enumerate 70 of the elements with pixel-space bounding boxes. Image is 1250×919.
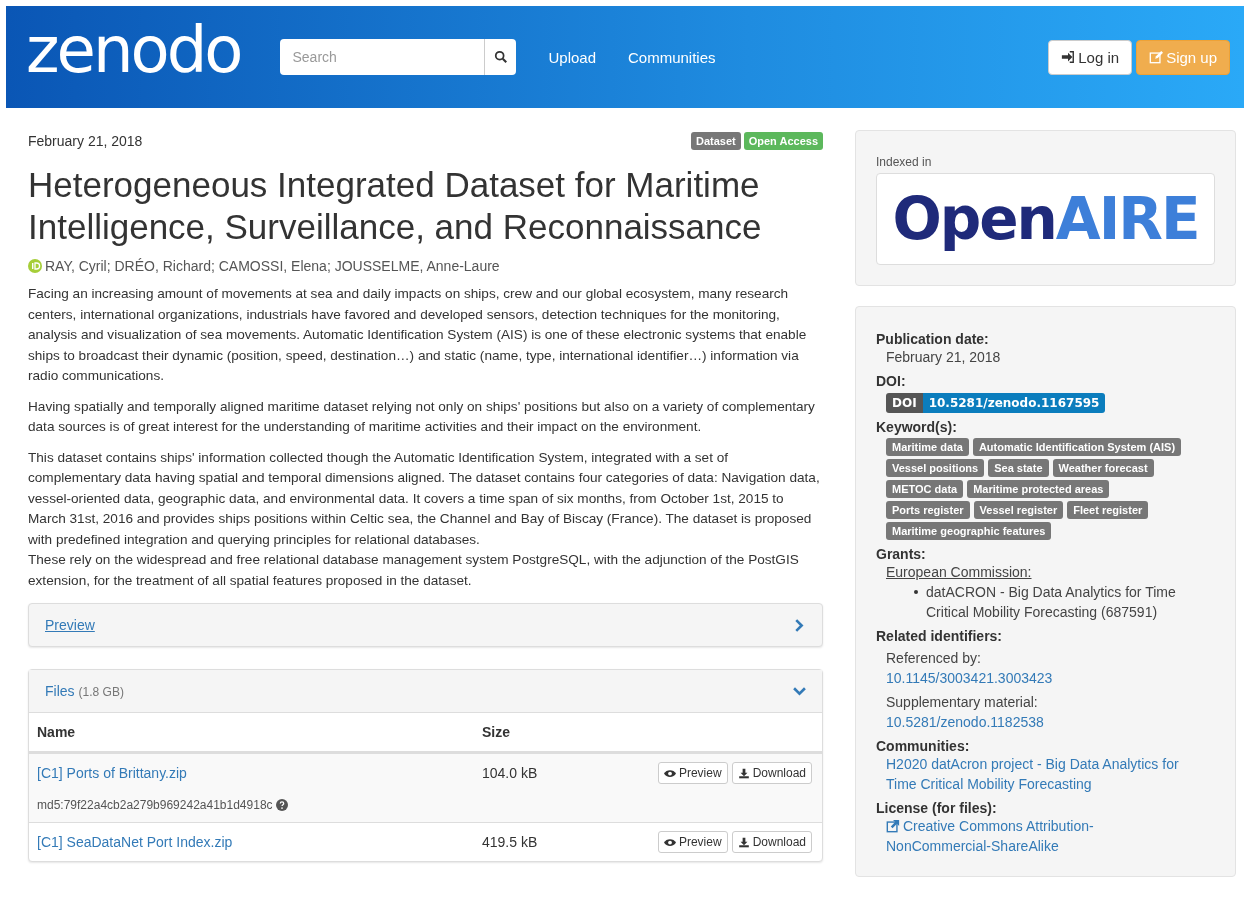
- column-header: Size: [482, 724, 511, 740]
- download-icon: [737, 836, 750, 848]
- record-badge: Open Access: [743, 132, 823, 150]
- keyword-tag: Ports register: [886, 501, 970, 519]
- author-list: RAY, Cyril; DRÉO, Richard; CAMOSSI, Elena; JOUSSELME, Anne-Laure: [45, 258, 500, 274]
- file-link[interactable]: [C1] SeaDataNet Port Index.zip: [37, 834, 482, 850]
- identifier-link[interactable]: 10.1145/3003421.3003423: [876, 668, 1215, 688]
- identifier-link[interactable]: 10.5281/zenodo.1182538: [876, 712, 1215, 732]
- field-label: Communities:: [876, 738, 971, 754]
- indexed-label: Indexed in: [876, 155, 933, 169]
- record-badge: Dataset: [690, 132, 741, 150]
- field-label: DOI:: [876, 373, 907, 389]
- eye-icon: [663, 836, 676, 848]
- keyword-tag: Maritime geographic features: [886, 522, 1052, 540]
- file-link[interactable]: [C1] Ports of Brittany.zip: [37, 765, 482, 781]
- download-button[interactable]: Download: [731, 831, 812, 853]
- help-icon: [275, 799, 288, 811]
- edit-icon: [1149, 50, 1164, 64]
- keyword-tag: Fleet register: [1067, 501, 1149, 519]
- preview-button[interactable]: Preview: [657, 762, 728, 784]
- relation-label: Supplementary material:: [885, 693, 1039, 712]
- nav-link[interactable]: Communities: [628, 48, 716, 66]
- orcid-icon: [28, 259, 42, 273]
- field-label: Related identifiers:: [876, 628, 1004, 644]
- description-paragraph: Facing an increasing amount of movements at sea and daily impacts on ships, crew and our global ecosystem, many research centers, international organizations, industrials have favored and developed sensors, detection techniques for the monitoring, analysis and visualization of sea movements. Automatic Identification System (AIS) is one of these electronic systems that enable ships to broadcast their dynamic (position, speed, destination…) and static (name, type, international identifier…) information via radio communications.: [28, 285, 808, 385]
- description-paragraph: Having spatially and temporally aligned maritime dataset relying not only on ships' positions but also on a variety of complementary data sources is of great interest for the understanding of maritime activities and their impact on the environment.: [28, 397, 816, 436]
- keyword-tag: Vessel positions: [886, 459, 985, 477]
- eye-icon: [663, 767, 676, 779]
- keyword-tag: Maritime protected areas: [967, 480, 1110, 498]
- keyword-tag: Weather forecast: [1052, 459, 1154, 477]
- search-icon: [493, 50, 508, 64]
- download-button[interactable]: Download: [731, 762, 812, 784]
- preview-link[interactable]: Preview: [45, 617, 95, 633]
- keyword-tag: METOC data: [886, 480, 964, 498]
- description-paragraph: This dataset contains ships' information collected though the Automatic Identification System, integrated with a set of complementary data having spatial and temporal dimensions aligned. The dataset contains four categories of data: Navigation data, vessel-oriented data, geographic data, and environmental data. It covers a time span of six months, from October 1st, 2015 to March 31st, 2016 and provides ships positions within Celtic sea, the Channel and Bay of Biscay (France). The dataset is proposed with predefined integration and querying principles for relational databases. These rely on the widespread and free relational database management system PostgreSQL, with the adjunction of the PostGIS extension, for the treatment of all spatial features proposed in the dataset.: [28, 448, 821, 590]
- bullet-icon: [914, 590, 918, 594]
- files-link[interactable]: Files: [45, 683, 75, 699]
- field-label: Publication date:: [876, 331, 990, 347]
- preview-panel[interactable]: Preview: [28, 603, 823, 647]
- login-button[interactable]: Log in: [1048, 39, 1133, 75]
- grant-text: datACRON - Big Data Analytics for Time Critical Mobility Forecasting (687591): [926, 583, 1177, 622]
- file-size: 419.5 kB: [482, 834, 539, 850]
- sign-in-icon: [1061, 50, 1076, 64]
- checksum-text: md5:79f22a4cb2a279b969242a41b1d4918c: [37, 798, 273, 812]
- keyword-tag: Vessel register: [973, 501, 1064, 519]
- site-logo[interactable]: zenodo: [26, 18, 241, 82]
- keyword-tag: Automatic Identification System (AIS): [972, 438, 1182, 456]
- community-link[interactable]: H2020 datAcron project - Big Data Analytics for Time Critical Mobility Forecasting: [876, 754, 1186, 794]
- funder-name: European Commission:: [885, 563, 1033, 582]
- external-link-icon: [886, 819, 900, 833]
- field-label: Grants:: [876, 546, 927, 562]
- field-label: Keyword(s):: [876, 419, 958, 435]
- files-size: (1.8 GB): [78, 685, 124, 699]
- keyword-tag: Sea state: [988, 459, 1049, 477]
- relation-label: Referenced by:: [885, 649, 982, 668]
- license-link[interactable]: Creative Commons Attribution-NonCommercial-ShareAlike: [876, 816, 1186, 856]
- field-label: License (for files):: [876, 800, 998, 816]
- file-size: 104.0 kB: [482, 765, 539, 781]
- preview-button[interactable]: Preview: [657, 831, 728, 853]
- record-date: February 21, 2018: [28, 133, 143, 149]
- search-field[interactable]: Search: [280, 39, 485, 75]
- record-title: Heterogeneous Integrated Dataset for Maritime Intelligence, Surveillance, and Reconnaissance: [28, 164, 763, 248]
- publication-date: February 21, 2018: [885, 348, 1002, 367]
- keyword-tag: Maritime data: [886, 438, 969, 456]
- search-button[interactable]: [484, 39, 517, 75]
- download-icon: [737, 767, 750, 779]
- logo-word[interactable]: Open: [892, 185, 1056, 253]
- logo-word[interactable]: AIRE: [1055, 185, 1199, 253]
- column-header: Name: [37, 724, 77, 740]
- nav-link[interactable]: Upload: [548, 48, 596, 66]
